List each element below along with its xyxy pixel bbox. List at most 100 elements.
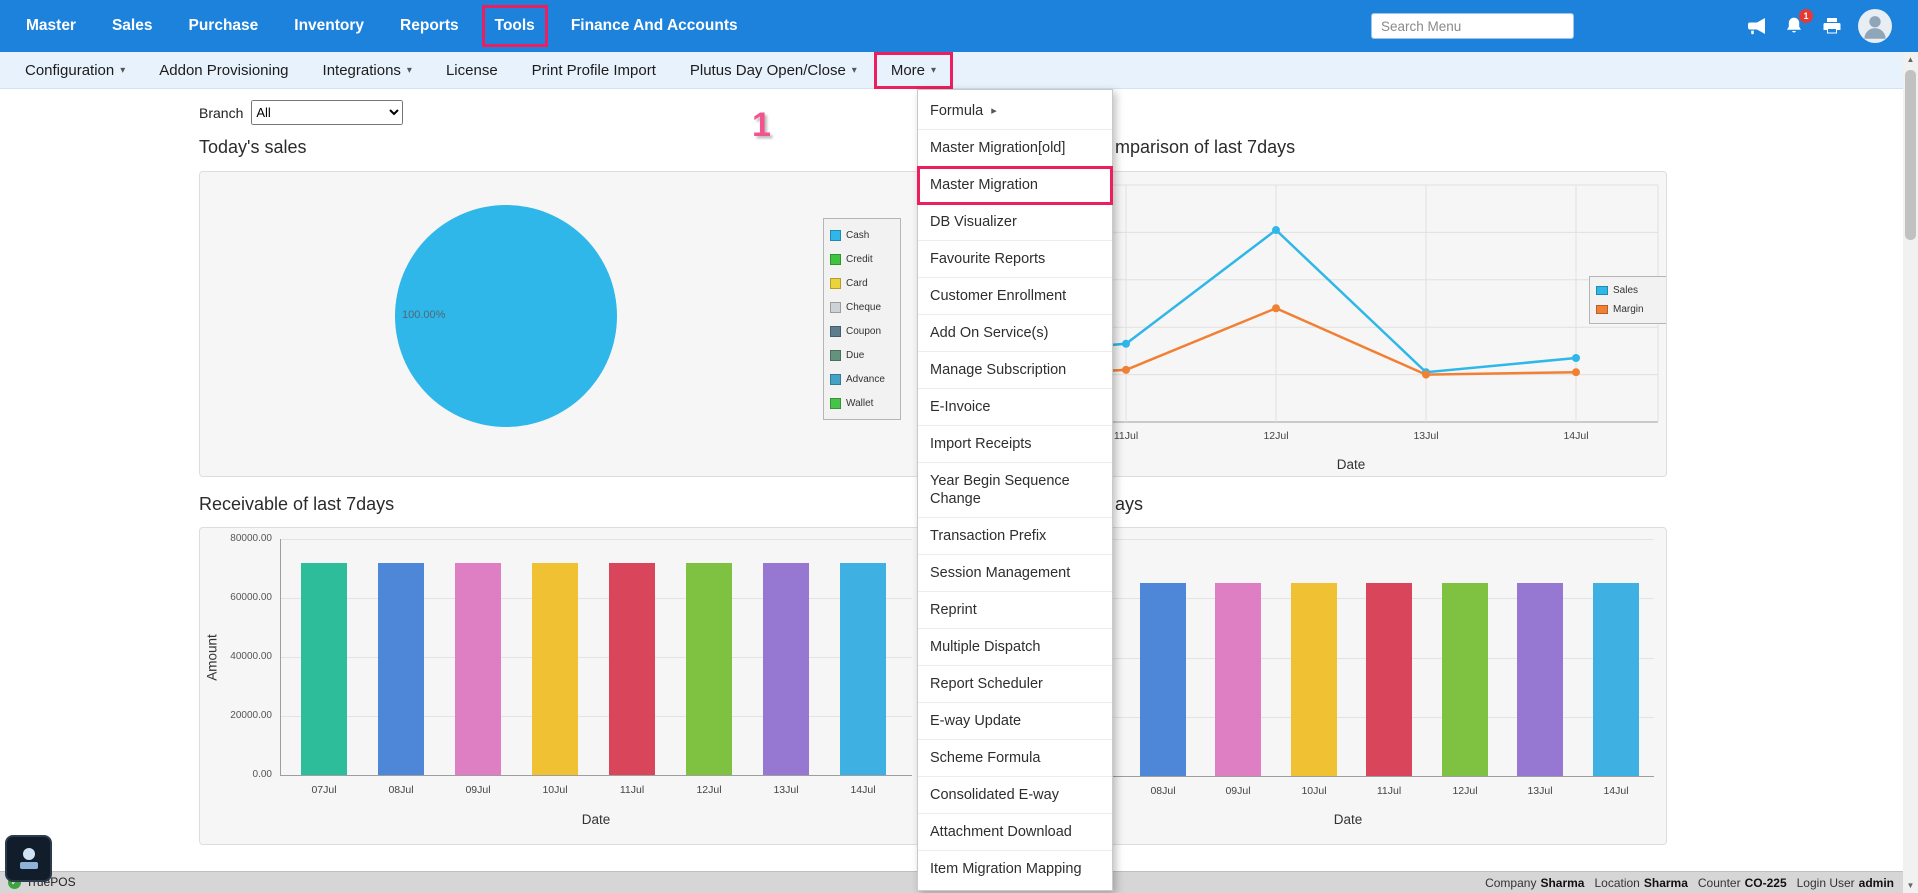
menu-item-import-receipts[interactable]: Import Receipts (918, 426, 1112, 463)
menu-item-report-scheduler[interactable]: Report Scheduler (918, 666, 1112, 703)
subnav-item-license[interactable]: License (429, 52, 515, 89)
x-tick-11jul: 11Jul (607, 784, 657, 796)
menu-item-add-on-service-s[interactable]: Add On Service(s) (918, 315, 1112, 352)
menu-item-formula[interactable]: Formula▸ (918, 93, 1112, 130)
x-tick-10jul: 10Jul (530, 784, 580, 796)
brand-logo[interactable] (5, 835, 52, 882)
menu-item-label: DB Visualizer (930, 213, 1017, 231)
chevron-down-icon: ▾ (407, 65, 412, 76)
bar-09jul (1215, 583, 1261, 776)
status-field-counter: CounterCO-225 (1698, 876, 1787, 890)
topnav-item-finance-and-accounts[interactable]: Finance And Accounts (553, 0, 756, 52)
menu-item-attachment-download[interactable]: Attachment Download (918, 814, 1112, 851)
search-input[interactable] (1371, 13, 1574, 39)
legend-swatch (1596, 305, 1608, 314)
menu-item-label: Favourite Reports (930, 250, 1045, 268)
legend-swatch (830, 374, 841, 385)
subnav-item-addon-provisioning[interactable]: Addon Provisioning (142, 52, 305, 89)
topnav-item-sales[interactable]: Sales (94, 0, 171, 52)
chart-title-second-bar: ays (1115, 494, 1143, 515)
scrollbar-thumb[interactable] (1905, 70, 1916, 240)
notifications-icon[interactable]: 1 (1782, 14, 1806, 38)
menu-item-multiple-dispatch[interactable]: Multiple Dispatch (918, 629, 1112, 666)
x-tick-11jul: 11Jul (1364, 785, 1414, 797)
x-tick-13jul: 13Jul (761, 784, 811, 796)
legend-swatch (1596, 286, 1608, 295)
status-field-value: Sharma (1644, 876, 1688, 890)
menu-item-label: Reprint (930, 601, 977, 619)
subnav-item-plutus-day-open-close[interactable]: Plutus Day Open/Close▾ (673, 52, 874, 89)
menu-item-session-management[interactable]: Session Management (918, 555, 1112, 592)
y-tick-6000000: 60000.00 (200, 592, 272, 603)
print-icon[interactable] (1820, 14, 1844, 38)
legend-swatch (830, 278, 841, 289)
menu-item-label: Report Scheduler (930, 675, 1043, 693)
x-tick-14jul: 14Jul (1551, 430, 1601, 442)
menu-item-e-way-update[interactable]: E-way Update (918, 703, 1112, 740)
chevron-down-icon: ▾ (852, 65, 857, 76)
status-field-label: Company (1485, 876, 1536, 890)
menu-item-scheme-formula[interactable]: Scheme Formula (918, 740, 1112, 777)
status-field-value: admin (1859, 876, 1894, 890)
subnav-item-label: More (891, 62, 925, 79)
menu-item-customer-enrollment[interactable]: Customer Enrollment (918, 278, 1112, 315)
menu-item-manage-subscription[interactable]: Manage Subscription (918, 352, 1112, 389)
x-tick-13jul: 13Jul (1515, 785, 1565, 797)
x-axis-title: Date (566, 812, 626, 827)
scroll-down-arrow[interactable]: ▼ (1903, 878, 1918, 893)
menu-item-year-begin-sequence-change[interactable]: Year Begin Sequence Change (918, 463, 1112, 518)
subnav-item-integrations[interactable]: Integrations ▾ (306, 52, 429, 89)
topnav-item-reports[interactable]: Reports (382, 0, 477, 52)
subnav-item-label: Integrations (323, 62, 401, 79)
menu-item-label: Manage Subscription (930, 361, 1066, 379)
branch-select[interactable]: All (251, 100, 403, 125)
x-axis-line (280, 775, 912, 776)
bar-13jul (763, 563, 809, 775)
bar-13jul (1517, 583, 1563, 776)
y-tick-000: 0.00 (200, 769, 272, 780)
gridline (280, 716, 912, 717)
gridline (280, 598, 912, 599)
topnav-item-purchase[interactable]: Purchase (170, 0, 276, 52)
user-avatar[interactable] (1858, 9, 1892, 43)
menu-item-db-visualizer[interactable]: DB Visualizer (918, 204, 1112, 241)
legend-label: Cheque (846, 302, 881, 313)
menu-item-item-migration-mapping[interactable]: Item Migration Mapping (918, 851, 1112, 887)
menu-item-consolidated-e-way[interactable]: Consolidated E-way (918, 777, 1112, 814)
receivable-panel: Amount Date 80000.0060000.0040000.002000… (199, 527, 925, 845)
subnav-item-print-profile-import[interactable]: Print Profile Import (515, 52, 673, 89)
legend-label: Wallet (846, 398, 873, 409)
main-menu: MasterSalesPurchaseInventoryReportsTools… (8, 0, 756, 52)
menu-item-label: Add On Service(s) (930, 324, 1048, 342)
menu-item-master-migration-old[interactable]: Master Migration[old] (918, 130, 1112, 167)
vertical-scrollbar[interactable]: ▲ ▼ (1903, 52, 1918, 893)
status-field-company: CompanySharma (1485, 876, 1584, 890)
menu-item-label: Attachment Download (930, 823, 1072, 841)
scroll-up-arrow[interactable]: ▲ (1903, 52, 1918, 67)
x-tick-09jul: 09Jul (453, 784, 503, 796)
legend-swatch (830, 398, 841, 409)
subnav-item-configuration[interactable]: Configuration▾ (8, 52, 142, 89)
bar-12jul (1442, 583, 1488, 776)
legend-label: Due (846, 350, 864, 361)
notification-badge: 1 (1799, 9, 1813, 23)
menu-item-e-invoice[interactable]: E-Invoice (918, 389, 1112, 426)
menu-item-favourite-reports[interactable]: Favourite Reports (918, 241, 1112, 278)
bar-11jul (1366, 583, 1412, 776)
legend-label: Margin (1613, 304, 1644, 315)
legend-item-due: Due (830, 343, 894, 367)
menu-item-master-migration[interactable]: Master Migration (918, 167, 1112, 204)
subnav-item-more[interactable]: More▾ (874, 52, 953, 89)
legend-label: Sales (1613, 285, 1638, 296)
topnav-item-inventory[interactable]: Inventory (276, 0, 382, 52)
topnav-item-tools[interactable]: Tools (477, 0, 553, 52)
topnav-item-master[interactable]: Master (8, 0, 94, 52)
data-point-margin (1122, 366, 1130, 374)
announcement-icon[interactable] (1744, 14, 1768, 38)
menu-item-reprint[interactable]: Reprint (918, 592, 1112, 629)
menu-item-transaction-prefix[interactable]: Transaction Prefix (918, 518, 1112, 555)
legend-item-cheque: Cheque (830, 295, 894, 319)
y-tick-4000000: 40000.00 (200, 651, 272, 662)
branch-label: Branch (199, 105, 243, 121)
chart-title-sales-comparison: mparison of last 7days (1115, 137, 1295, 158)
